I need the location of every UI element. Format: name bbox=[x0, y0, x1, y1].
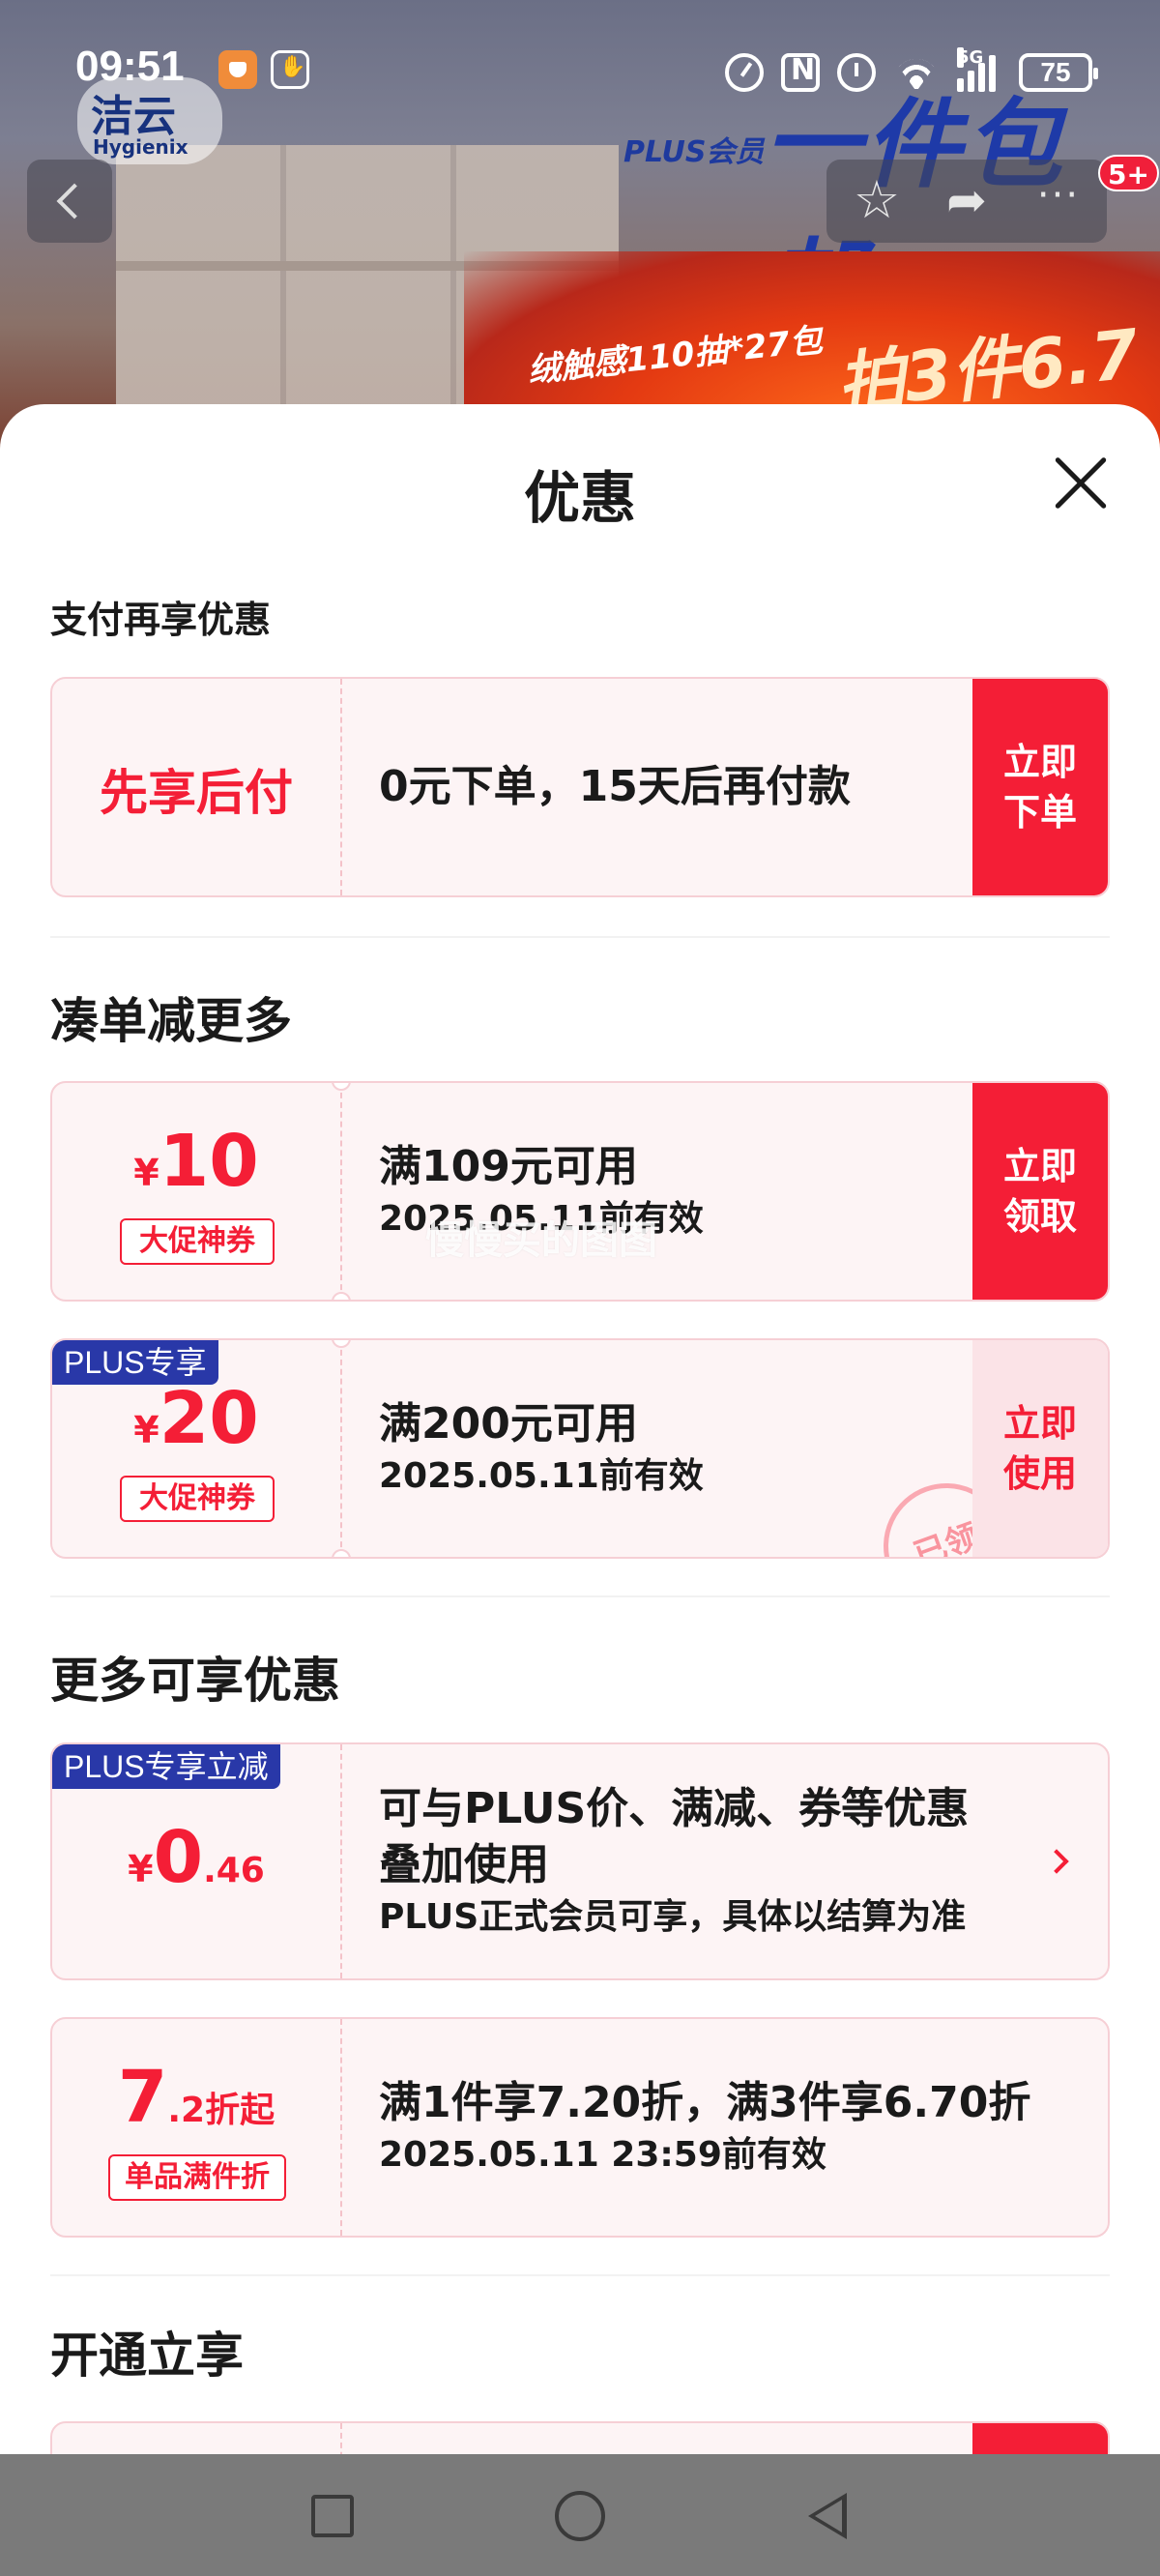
cell-signal-icon: 5G bbox=[957, 47, 1001, 92]
discount-decimal: .2折起 bbox=[167, 2091, 276, 2130]
multi-item-discount-amount: 7.2折起 bbox=[52, 2056, 340, 2139]
recent-apps-button[interactable] bbox=[311, 2495, 354, 2537]
status-bar: 09:51 5G 75 bbox=[0, 39, 1160, 106]
app-notification-icon bbox=[218, 50, 257, 89]
pay-later-left: 先享后付 bbox=[52, 679, 340, 895]
section-title-open: 开通立享 bbox=[50, 2327, 244, 2384]
currency-symbol: ¥ bbox=[133, 1152, 160, 1194]
coupon-info: 满200元可用 2025.05.11前有效 bbox=[379, 1340, 704, 1557]
order-now-button[interactable]: 立即 下单 bbox=[972, 679, 1108, 895]
close-icon[interactable] bbox=[1052, 454, 1110, 512]
plus-discount-line2: 叠加使用 bbox=[379, 1840, 549, 1889]
use-coupon-label: 立即 使用 bbox=[1002, 1402, 1077, 1495]
sheet-title: 优惠 bbox=[523, 465, 636, 531]
brand-name-en: Hygienix bbox=[93, 135, 188, 159]
header-actions: ☆ ➦ ··· bbox=[826, 160, 1107, 243]
card-perforation bbox=[340, 1744, 342, 1978]
card-perforation bbox=[340, 679, 342, 895]
status-icons: 5G 75 bbox=[725, 47, 1098, 97]
speed-icon bbox=[725, 53, 764, 92]
coupon-amount: ¥20 bbox=[52, 1377, 340, 1460]
plus-discount-line1: 可与PLUS价、满减、券等优惠 bbox=[379, 1784, 970, 1833]
discount-sheet: 优惠 支付再享优惠 先享后付 0元下单，15天后再付款 立即 下单 凑单减更多 … bbox=[0, 404, 1160, 2454]
coupon-tag: 大促神券 bbox=[120, 1476, 275, 1522]
section-divider bbox=[50, 2274, 1110, 2276]
battery-icon: 75 bbox=[1019, 53, 1098, 92]
more-options-icon[interactable]: ··· bbox=[1025, 171, 1092, 229]
plus-discount-amount: ¥0.46 bbox=[52, 1816, 340, 1899]
card-perforation bbox=[340, 1340, 342, 1557]
network-type: 5G bbox=[957, 47, 984, 68]
card-perforation bbox=[340, 2019, 342, 2236]
coupon-condition: 满109元可用 bbox=[379, 1142, 638, 1191]
claim-coupon-button[interactable]: 立即 领取 bbox=[972, 1083, 1108, 1300]
membership-card[interactable] bbox=[50, 2421, 1110, 2454]
back-button[interactable] bbox=[27, 160, 112, 243]
multi-item-discount-card[interactable]: 7.2折起 单品满件折 满1件享7.20折，满3件享6.70折 2025.05.… bbox=[50, 2017, 1110, 2238]
coupon-card-plus[interactable]: ¥20 大促神券 PLUS专享 满200元可用 2025.05.11前有效 已领… bbox=[50, 1338, 1110, 1559]
plus-exclusive-tag: PLUS专享 bbox=[52, 1340, 218, 1385]
membership-action-button[interactable] bbox=[972, 2423, 1108, 2454]
card-notch bbox=[332, 1292, 351, 1300]
use-coupon-button[interactable]: 立即 使用 bbox=[972, 1340, 1108, 1557]
chevron-right-icon[interactable] bbox=[1044, 1849, 1069, 1874]
multi-item-discount-info: 满1件享7.20折，满3件享6.70折 2025.05.11 23:59前有效 bbox=[379, 2019, 1030, 2236]
currency-symbol: ¥ bbox=[133, 1409, 160, 1451]
system-nav-bar bbox=[0, 2454, 1160, 2576]
plus-discount-note: PLUS正式会员可享，具体以结算为准 bbox=[379, 1897, 967, 1937]
coupon-amount-value: 10 bbox=[159, 1120, 259, 1203]
discount-amount-value: 0 bbox=[153, 1816, 204, 1899]
home-button[interactable] bbox=[555, 2491, 605, 2541]
discount-decimal: .46 bbox=[203, 1851, 265, 1890]
pay-later-label: 先享后付 bbox=[100, 765, 293, 821]
plus-discount-card[interactable]: ¥0.46 PLUS专享立减 可与PLUS价、满减、券等优惠 叠加使用 PLUS… bbox=[50, 1742, 1110, 1980]
plus-member-label: PLUS会员 bbox=[624, 135, 765, 169]
wifi-icon bbox=[893, 53, 940, 92]
nfc-icon bbox=[781, 53, 820, 92]
claim-coupon-label: 立即 领取 bbox=[1002, 1145, 1077, 1238]
pay-later-desc: 0元下单，15天后再付款 bbox=[379, 762, 851, 811]
share-icon[interactable]: ➦ bbox=[938, 171, 996, 229]
card-perforation bbox=[340, 1083, 342, 1300]
coupon-condition: 满200元可用 bbox=[379, 1399, 638, 1449]
alarm-icon bbox=[837, 53, 876, 92]
plus-exclusive-tag: PLUS专享立减 bbox=[52, 1744, 280, 1789]
favorite-star-icon[interactable]: ☆ bbox=[848, 171, 906, 229]
order-now-label: 立即 下单 bbox=[1002, 741, 1077, 834]
pay-later-info: 0元下单，15天后再付款 bbox=[379, 679, 851, 895]
coupon-info: 满109元可用 2025.05.11前有效 bbox=[379, 1083, 704, 1300]
card-perforation bbox=[340, 2423, 342, 2454]
section-title-combine: 凑单减更多 bbox=[50, 993, 292, 1049]
watermark: 慢慢买的图图 bbox=[425, 1218, 657, 1263]
coupon-value: ¥10 大促神券 bbox=[52, 1083, 340, 1300]
gesture-notification-icon bbox=[271, 50, 309, 89]
coupon-card[interactable]: ¥10 大促神券 满109元可用 2025.05.11前有效 立即 领取 bbox=[50, 1081, 1110, 1302]
discount-amount-value: 7 bbox=[117, 2056, 168, 2139]
status-time: 09:51 bbox=[75, 43, 185, 90]
section-title-pay: 支付再享优惠 bbox=[50, 599, 272, 641]
currency-symbol: ¥ bbox=[128, 1848, 154, 1890]
coupon-tag: 大促神券 bbox=[120, 1218, 275, 1265]
coupon-amount: ¥10 bbox=[52, 1120, 340, 1203]
coupon-validity: 2025.05.11前有效 bbox=[379, 1456, 704, 1496]
battery-level: 75 bbox=[1040, 57, 1071, 87]
pay-later-card[interactable]: 先享后付 0元下单，15天后再付款 立即 下单 bbox=[50, 677, 1110, 897]
multi-item-discount-rule: 满1件享7.20折，满3件享6.70折 bbox=[379, 2078, 1031, 2127]
section-divider bbox=[50, 936, 1110, 938]
section-title-more: 更多可享优惠 bbox=[50, 1653, 340, 1709]
discount-tag: 单品满件折 bbox=[108, 2154, 286, 2201]
plus-discount-info: 可与PLUS价、满减、券等优惠 叠加使用 PLUS正式会员可享，具体以结算为准 bbox=[379, 1744, 969, 1978]
back-nav-button[interactable] bbox=[808, 2493, 847, 2539]
message-count-badge: 5+ bbox=[1098, 155, 1159, 191]
card-notch bbox=[332, 1549, 351, 1557]
section-divider bbox=[50, 1595, 1110, 1597]
multi-item-discount-value: 7.2折起 单品满件折 bbox=[52, 2019, 340, 2236]
coupon-amount-value: 20 bbox=[159, 1377, 259, 1460]
multi-item-discount-validity: 2025.05.11 23:59前有效 bbox=[379, 2135, 826, 2175]
